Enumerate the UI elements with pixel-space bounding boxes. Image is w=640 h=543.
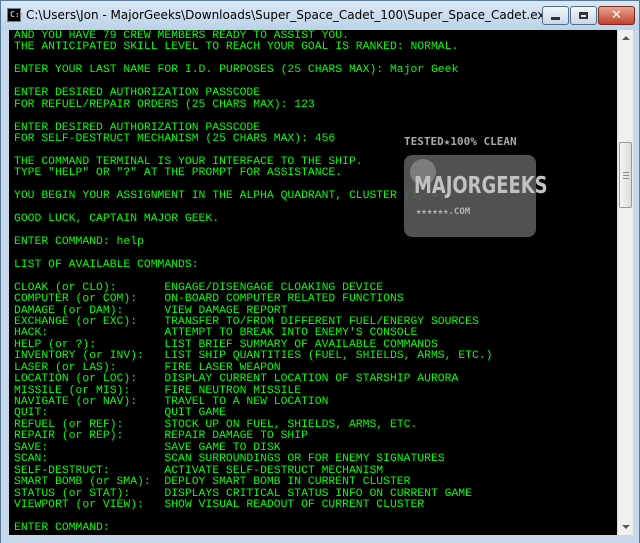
console-output[interactable]: AND YOU HAVE 79 CREW MEMBERS READY TO AS… [9, 30, 617, 535]
arrow-down-icon [621, 525, 630, 529]
window-title: C:\Users\Jon - MajorGeeks\Downloads\Supe… [26, 8, 552, 22]
window-bottom-frame [1, 535, 639, 543]
console-line: YOU BEGIN YOUR ASSIGNMENT IN THE ALPHA Q… [14, 190, 452, 203]
console-line: INVENTORY (or INV): LIST SHIP QUANTITIES… [14, 350, 493, 363]
console-line: EXCHANGE (or EXC): TRANSFER TO/FROM DIFF… [14, 315, 479, 328]
console-line: AND YOU HAVE 79 CREW MEMBERS READY TO AS… [14, 30, 349, 42]
console-line: LIST OF AVAILABLE COMMANDS: [14, 258, 199, 271]
console-line: REFUEL (or REF): STOCK UP ON FUEL, SHIEL… [14, 418, 418, 431]
console-line: MISSILE (or MIS): FIRE NEUTRON MISSILE [14, 384, 302, 397]
console-line: QUIT: QUIT GAME [14, 407, 226, 420]
majorgeeks-watermark: TESTED★100% CLEAN MAJORGEEKS ★★★★★★.COM [404, 135, 548, 242]
console-line: GOOD LUCK, CAPTAIN MAJOR GEEK. [14, 213, 220, 225]
console-line: NAVIGATE (or NAV): TRAVEL TO A NEW LOCAT… [14, 396, 329, 408]
minimize-button[interactable] [542, 6, 569, 25]
watermark-domain: ★★★★★★.COM [416, 207, 471, 217]
title-bar[interactable]: C:\ C:\Users\Jon - MajorGeeks\Downloads\… [1, 1, 639, 30]
console-text: AND YOU HAVE 79 CREW MEMBERS READY TO AS… [9, 30, 617, 534]
console-line: ENTER DESIRED AUTHORIZATION PASSCODE [14, 87, 261, 100]
minimize-icon [551, 17, 560, 20]
close-button[interactable]: ✕ [598, 6, 635, 25]
console-line: DAMAGE (or DAM): VIEW DAMAGE REPORT [14, 304, 288, 317]
app-icon-text: C:\ [10, 10, 25, 19]
console-line: SELF-DESTRUCT: ACTIVATE SELF-DESTRUCT ME… [14, 464, 384, 477]
console-line: COMPUTER (or COM): ON-BOARD COMPUTER REL… [14, 293, 404, 306]
maximize-icon [579, 12, 588, 19]
console-line: LOCATION (or LOC): DISPLAY CURRENT LOCAT… [14, 373, 459, 386]
console-line: THE ANTICIPATED SKILL LEVEL TO REACH YOU… [14, 41, 459, 54]
console-line: ENTER YOUR LAST NAME FOR I.D. PURPOSES (… [14, 64, 459, 77]
console-line: THE COMMAND TERMINAL IS YOUR INTERFACE T… [14, 155, 363, 168]
console-window: C:\ C:\Users\Jon - MajorGeeks\Downloads\… [0, 0, 640, 543]
console-line: VIEWPORT (or VIEW): SHOW VISUAL READOUT … [14, 498, 425, 511]
console-line: CLOAK (or CLO): ENGAGE/DISENGAGE CLOAKIN… [14, 281, 384, 294]
scroll-up-button[interactable] [618, 30, 633, 46]
scroll-down-button[interactable] [618, 519, 633, 535]
console-line: ENTER COMMAND: help [14, 235, 144, 248]
vertical-scrollbar[interactable] [617, 30, 633, 535]
close-icon: ✕ [611, 8, 622, 23]
console-line: SMART BOMB (or SMA): DEPLOY SMART BOMB I… [14, 476, 411, 489]
arrow-up-icon [621, 36, 630, 40]
maximize-button[interactable] [570, 6, 597, 25]
console-line: SAVE: SAVE GAME TO DISK [14, 441, 281, 454]
watermark-tagline: TESTED★100% CLEAN [404, 135, 517, 148]
console-line: ENTER DESIRED AUTHORIZATION PASSCODE [14, 121, 261, 134]
console-line: ENTER COMMAND: [14, 521, 110, 534]
watermark-brand: MAJORGEEKS [414, 173, 548, 199]
console-line: FOR REFUEL/REPAIR ORDERS (25 CHARS MAX):… [14, 98, 315, 111]
console-line: SCAN: SCAN SURROUNDINGS OR FOR ENEMY SIG… [14, 453, 445, 466]
scrollbar-thumb[interactable] [619, 142, 632, 208]
console-line: HACK: ATTEMPT TO BREAK INTO ENEMY'S CONS… [14, 327, 418, 340]
console-line: LASER (or LAS): FIRE LASER WEAPON [14, 361, 281, 374]
console-app-icon[interactable]: C:\ [7, 8, 25, 22]
console-line: FOR SELF-DESTRUCT MECHANISM (25 CHARS MA… [14, 132, 336, 145]
console-line: TYPE "HELP" OR "?" AT THE PROMPT FOR ASS… [14, 167, 343, 180]
console-line: HELP (or ?): LIST BRIEF SUMMARY OF AVAIL… [14, 338, 438, 351]
console-line: STATUS (or STAT): DISPLAYS CRITICAL STAT… [14, 487, 472, 500]
thumb-grip-line [623, 178, 629, 179]
thumb-grip-line [623, 175, 629, 176]
console-line: REPAIR (or REP): REPAIR DAMAGE TO SHIP [14, 430, 308, 443]
thumb-grip-line [623, 172, 629, 173]
